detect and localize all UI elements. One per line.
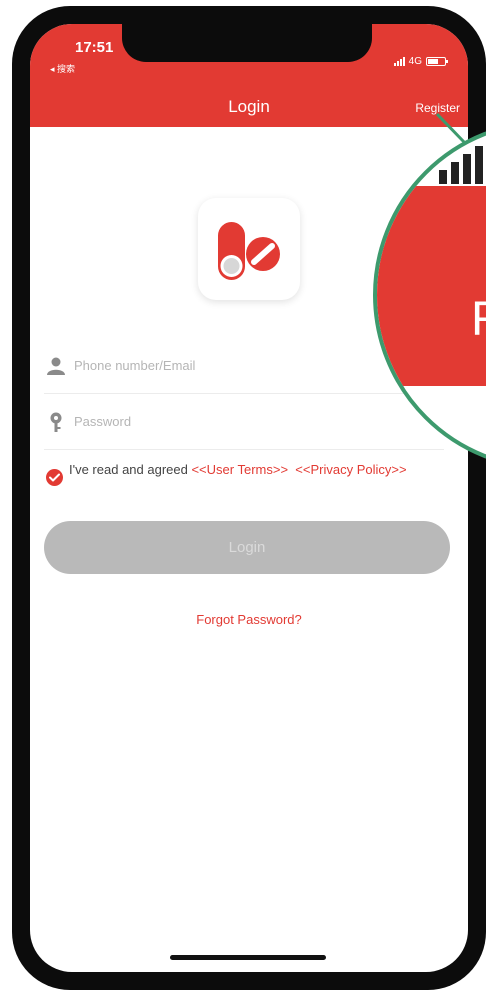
forgot-password-link[interactable]: Forgot Password? <box>30 612 468 627</box>
zoomed-register-text: R <box>471 292 486 347</box>
zoomed-signal-icon <box>439 146 483 184</box>
phone-frame: 17:51 ◂ 搜索 4G Login Register Phone numbe… <box>12 6 486 990</box>
privacy-policy-link[interactable]: <<Privacy Policy>> <box>295 462 406 477</box>
zoomed-header <box>377 186 486 386</box>
network-label: 4G <box>408 56 422 67</box>
user-icon <box>44 357 68 375</box>
agreement-text: I've read and agreed <<User Terms>> <<Pr… <box>69 462 407 477</box>
agreement-label: I've read and agreed <box>69 462 192 477</box>
phone-screen: 17:51 ◂ 搜索 4G Login Register Phone numbe… <box>30 24 468 972</box>
key-icon <box>44 412 68 432</box>
user-terms-link[interactable]: <<User Terms>> <box>191 462 288 477</box>
check-circle-icon[interactable] <box>46 469 63 486</box>
home-indicator <box>170 955 326 960</box>
page-title: Login <box>228 97 270 116</box>
login-button[interactable]: Login <box>44 521 450 574</box>
register-button[interactable]: Register <box>415 101 460 115</box>
password-field <box>44 394 444 450</box>
signal-icon <box>393 57 405 66</box>
app-logo-icon <box>218 222 280 280</box>
battery-icon <box>426 57 448 66</box>
status-back-link[interactable]: ◂ 搜索 <box>50 62 75 75</box>
agreement-row: I've read and agreed <<User Terms>> <<Pr… <box>46 462 416 486</box>
status-time: 17:51 <box>75 39 114 56</box>
password-input[interactable] <box>72 413 372 430</box>
page: 17:51 ◂ 搜索 4G Login Register Phone numbe… <box>0 0 486 995</box>
status-indicators: 4G <box>393 56 448 67</box>
phone-email-input[interactable] <box>72 357 372 374</box>
app-logo <box>198 198 300 300</box>
phone-notch <box>122 24 372 62</box>
nav-header: 17:51 ◂ 搜索 4G Login Register <box>30 24 468 127</box>
